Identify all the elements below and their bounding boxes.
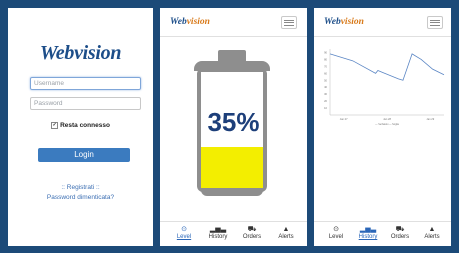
menu-icon[interactable] xyxy=(281,16,297,29)
nav-label: History xyxy=(208,234,228,240)
bar-chart-icon: ▂▅▃ xyxy=(359,226,377,233)
logo-prefix: Web xyxy=(170,17,187,27)
logo-prefix: Web xyxy=(324,17,341,27)
nav-level[interactable]: ⊙ Level xyxy=(318,225,354,240)
register-link[interactable]: :: Registrati :: xyxy=(8,184,153,191)
level-percent: 35% xyxy=(207,107,260,137)
truck-icon: ⛟ xyxy=(247,226,257,233)
truck-icon: ⛟ xyxy=(395,226,405,233)
nav-label: Orders xyxy=(390,234,410,240)
y-tick-label: 10 xyxy=(324,106,327,110)
y-tick-label: 20 xyxy=(324,99,327,103)
remember-label: Resta connesso xyxy=(60,122,110,130)
password-input[interactable]: Password xyxy=(30,97,141,110)
y-tick-label: 80 xyxy=(324,57,327,61)
top-bar: Webvision xyxy=(314,8,451,37)
clock-icon: ⊙ xyxy=(181,226,187,233)
nav-label: Level xyxy=(176,234,192,240)
remember-checkbox[interactable]: ✓ xyxy=(51,122,59,129)
bottom-nav: ⊙ Level ▂▅▃ History ⛟ Orders ▲ Alerts xyxy=(160,221,307,246)
battery-fill xyxy=(201,147,263,188)
logo-suffix: vision xyxy=(340,17,364,27)
remember-me[interactable]: ✓ Resta connesso xyxy=(8,122,153,129)
y-tick-label: 50 xyxy=(324,78,327,82)
bell-icon: ▲ xyxy=(428,226,436,233)
y-tick-label: 90 xyxy=(324,50,327,54)
app-logo: Webvision xyxy=(39,42,122,64)
battery-base xyxy=(201,190,263,196)
nav-orders[interactable]: ⛟ Orders xyxy=(234,225,270,240)
nav-orders[interactable]: ⛟ Orders xyxy=(382,225,418,240)
forgot-password-link[interactable]: Password dimenticata? xyxy=(8,194,153,201)
nav-level[interactable]: ⊙ Level xyxy=(166,225,202,240)
nav-alerts[interactable]: ▲ Alerts xyxy=(414,225,450,240)
login-button[interactable]: Login xyxy=(38,148,130,162)
y-tick-label: 30 xyxy=(324,92,327,96)
top-bar: Webvision xyxy=(160,8,307,37)
bottom-nav: ⊙ Level ▂▅▃ History ⛟ Orders ▲ Alerts xyxy=(314,221,451,246)
nav-history[interactable]: ▂▅▃ History xyxy=(350,225,386,240)
nav-label: Level xyxy=(328,234,344,240)
history-screen: Webvision 10 20 30 40 50 60 70 80 90 Jan 27 Jan 28… xyxy=(314,8,451,246)
history-chart: 10 20 30 40 50 60 70 80 90 Jan 27 Jan 28 Jan 29 — Se… xyxy=(324,49,445,126)
chart-legend: — Serbatoio — Soglia xyxy=(375,123,399,126)
x-tick-label: Jan 28 xyxy=(383,117,391,121)
nav-label: Orders xyxy=(242,234,262,240)
level-screen: Webvision 35% ⊙ Level ▂▅▃ History ⛟ Orde… xyxy=(160,8,307,246)
username-input[interactable]: Username xyxy=(30,77,141,90)
nav-label: Alerts xyxy=(278,234,294,240)
x-tick-label: Jan 27 xyxy=(340,117,348,121)
logo-suffix: vision xyxy=(186,17,210,27)
x-tick-label: Jan 29 xyxy=(426,117,434,121)
nav-alerts[interactable]: ▲ Alerts xyxy=(268,225,304,240)
clock-icon: ⊙ xyxy=(333,226,339,233)
y-tick-label: 60 xyxy=(324,71,327,75)
bell-icon: ▲ xyxy=(282,226,290,233)
y-tick-label: 40 xyxy=(324,85,327,89)
y-tick-label: 70 xyxy=(324,64,327,68)
app-logo: Webvision xyxy=(170,17,210,27)
series-line xyxy=(329,53,445,81)
app-logo: Webvision xyxy=(324,17,364,27)
bar-chart-icon: ▂▅▃ xyxy=(209,226,227,233)
nav-label: Alerts xyxy=(424,234,440,240)
nav-label: History xyxy=(358,234,378,240)
menu-icon[interactable] xyxy=(427,16,443,29)
login-screen: Webvision Username Password ✓ Resta conne… xyxy=(8,8,153,246)
nav-history[interactable]: ▂▅▃ History xyxy=(200,225,236,240)
